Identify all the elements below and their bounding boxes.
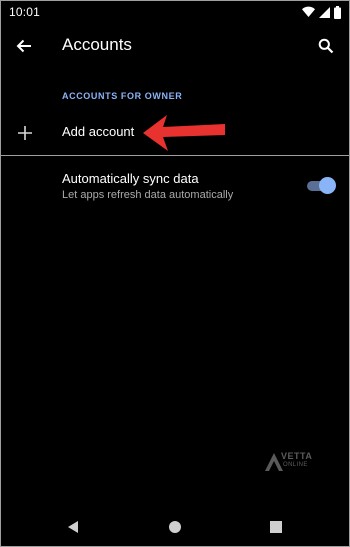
watermark-logo: VETTA ONLINE bbox=[265, 449, 321, 473]
auto-sync-row[interactable]: Automatically sync data Let apps refresh… bbox=[1, 161, 349, 211]
annotation-arrow-icon bbox=[143, 115, 225, 151]
nav-home-button[interactable] bbox=[167, 519, 183, 535]
sync-summary: Let apps refresh data automatically bbox=[62, 189, 234, 201]
status-icons bbox=[302, 5, 341, 19]
signal-icon bbox=[319, 7, 330, 18]
plus-icon bbox=[18, 126, 32, 140]
home-circle-icon bbox=[169, 521, 181, 533]
nav-bar bbox=[1, 507, 349, 545]
battery-icon bbox=[334, 5, 341, 19]
back-triangle-icon bbox=[68, 521, 78, 533]
recents-square-icon bbox=[270, 521, 282, 533]
back-button[interactable] bbox=[11, 33, 37, 59]
section-header: ACCOUNTS FOR OWNER bbox=[62, 91, 183, 101]
arrow-back-icon bbox=[16, 39, 31, 53]
watermark-text: VETTA bbox=[281, 451, 313, 461]
search-button[interactable] bbox=[313, 33, 339, 59]
sync-title: Automatically sync data bbox=[62, 171, 199, 186]
status-time: 10:01 bbox=[9, 5, 41, 19]
phone-screen: 10:01 Accounts ACCOUNTS FOR OWNER Add ac… bbox=[0, 0, 350, 547]
search-icon bbox=[318, 38, 334, 54]
toggle-thumb bbox=[319, 177, 336, 194]
auto-sync-toggle[interactable] bbox=[305, 177, 336, 195]
status-bar: 10:01 bbox=[1, 1, 349, 23]
wifi-icon bbox=[302, 6, 315, 17]
watermark-subtext: ONLINE bbox=[283, 462, 308, 468]
page-title: Accounts bbox=[62, 35, 132, 54]
add-account-label: Add account bbox=[62, 124, 135, 139]
app-bar: Accounts bbox=[1, 23, 349, 69]
nav-recents-button[interactable] bbox=[268, 519, 284, 535]
nav-back-button[interactable] bbox=[65, 519, 81, 535]
divider bbox=[1, 155, 349, 156]
